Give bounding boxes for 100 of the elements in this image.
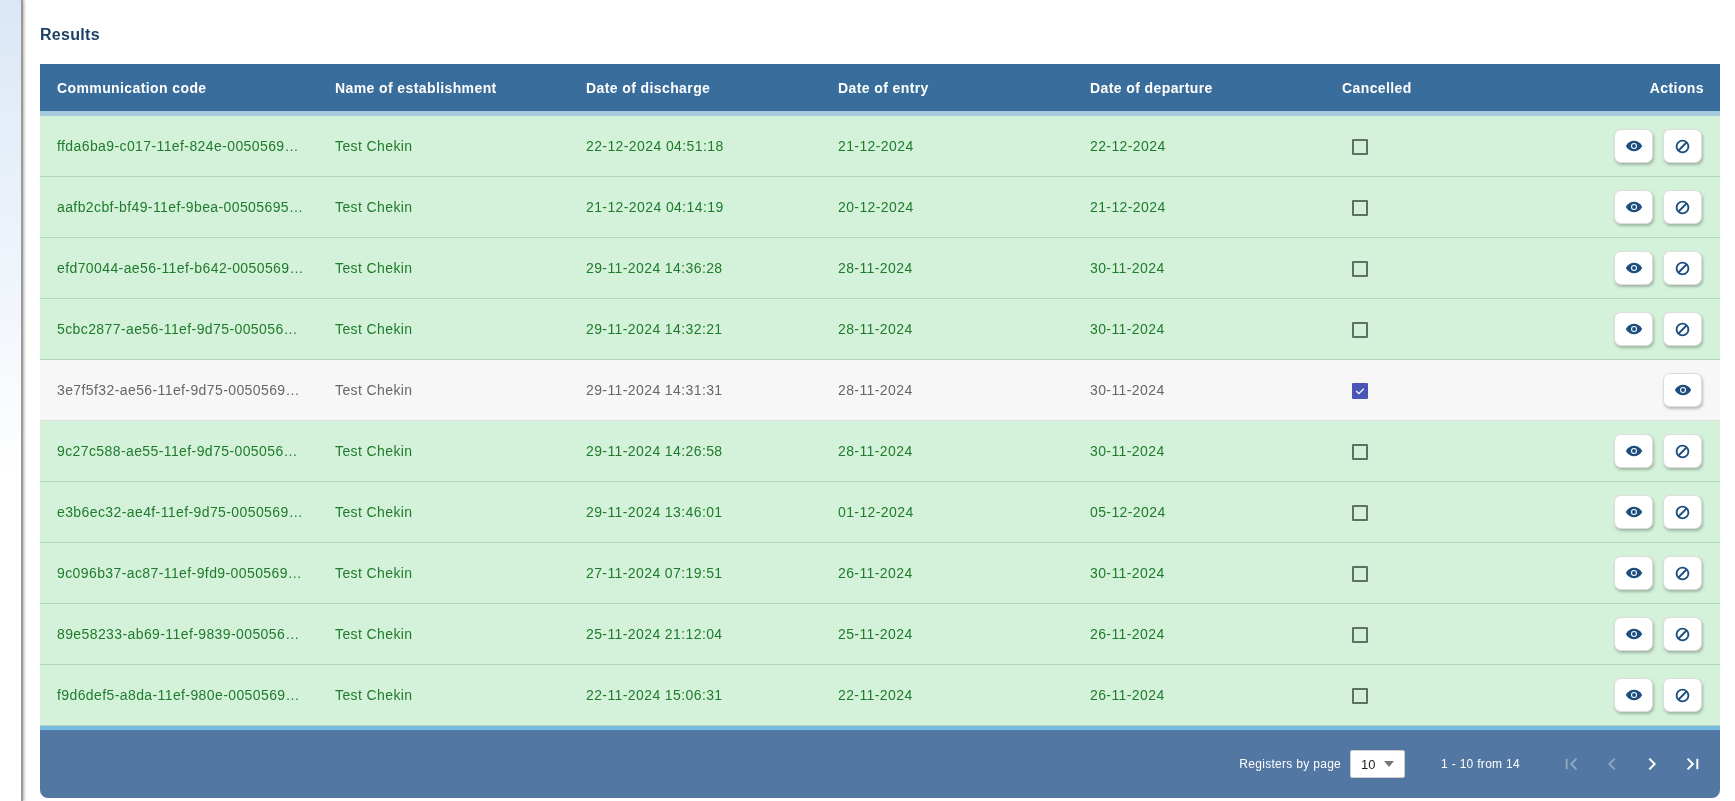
checkbox[interactable] bbox=[1352, 504, 1368, 521]
table-cell-text: 30-11-2024 bbox=[1089, 443, 1166, 459]
table-cell-text: 30-11-2024 bbox=[1089, 260, 1166, 276]
table-cell-text: Test Chekin bbox=[334, 138, 414, 154]
table-cell-text: aafb2cbf-bf49-11ef-9bea-00505695… bbox=[56, 199, 305, 215]
table-cell-text: 5cbc2877-ae56-11ef-9d75-005056… bbox=[56, 321, 299, 337]
column-header: Name of establishment bbox=[334, 79, 498, 96]
view-button[interactable] bbox=[1663, 373, 1702, 407]
checkbox[interactable] bbox=[1352, 443, 1368, 460]
table-cell-text: 29-11-2024 13:46:01 bbox=[585, 504, 724, 520]
checkbox[interactable] bbox=[1352, 565, 1368, 582]
table-cell-text: 22-11-2024 15:06:31 bbox=[585, 687, 724, 703]
view-button[interactable] bbox=[1614, 495, 1653, 529]
table-cell-text: 89e58233-ab69-11ef-9839-005056… bbox=[56, 626, 301, 642]
table-cell-text: Test Chekin bbox=[334, 382, 414, 398]
prohibited-icon bbox=[1675, 443, 1690, 459]
table-cell-text: Test Chekin bbox=[334, 199, 414, 215]
table-cell-text: Test Chekin bbox=[334, 626, 414, 642]
checkbox[interactable] bbox=[1352, 687, 1368, 704]
table-cell-text: Test Chekin bbox=[334, 565, 414, 581]
table-cell-text: 3e7f5f32-ae56-11ef-9d75-0050569… bbox=[56, 382, 301, 398]
table-cell-text: Test Chekin bbox=[334, 260, 414, 276]
column-header: Cancelled bbox=[1341, 79, 1413, 96]
table-cell-text: 22-12-2024 bbox=[1089, 138, 1167, 154]
table-cell-text: 29-11-2024 14:32:21 bbox=[585, 321, 724, 337]
table-cell-text: 25-11-2024 21:12:04 bbox=[585, 626, 724, 642]
caret-icon bbox=[1384, 761, 1395, 767]
checkbox[interactable] bbox=[1352, 626, 1368, 643]
prohibited-icon bbox=[1675, 260, 1690, 276]
cancel-button[interactable] bbox=[1663, 434, 1702, 468]
table-cell-text: 29-11-2024 14:36:28 bbox=[585, 260, 724, 276]
checkbox[interactable] bbox=[1352, 199, 1368, 216]
table-cell-text: 01-12-2024 bbox=[837, 504, 915, 520]
checkbox[interactable] bbox=[1352, 382, 1368, 399]
table-cell-text: 27-11-2024 07:19:51 bbox=[585, 565, 724, 581]
checkbox[interactable] bbox=[1352, 321, 1368, 338]
eye-icon bbox=[1624, 201, 1643, 213]
checkbox[interactable] bbox=[1352, 138, 1368, 155]
table-cell-text: 21-12-2024 04:14:19 bbox=[585, 199, 725, 215]
view-button[interactable] bbox=[1614, 129, 1653, 163]
table-cell-text: 30-11-2024 bbox=[1089, 321, 1166, 337]
checkbox[interactable] bbox=[1352, 260, 1368, 277]
cancel-button[interactable] bbox=[1663, 495, 1702, 529]
view-button[interactable] bbox=[1614, 190, 1653, 224]
table-cell-text: 26-11-2024 bbox=[1089, 626, 1166, 642]
table-cell-text: Test Chekin bbox=[334, 321, 414, 337]
cancel-button[interactable] bbox=[1663, 129, 1702, 163]
view-button[interactable] bbox=[1614, 251, 1653, 285]
cancel-button[interactable] bbox=[1663, 556, 1702, 590]
table-cell-text: Test Chekin bbox=[334, 687, 414, 703]
page-size-select[interactable]: 10 bbox=[1350, 750, 1406, 778]
table-cell-text: 30-11-2024 bbox=[1089, 382, 1166, 398]
table-cell-text: Test Chekin bbox=[334, 443, 414, 459]
eye-icon bbox=[1624, 140, 1643, 152]
table-cell-text: 28-11-2024 bbox=[837, 321, 914, 337]
cancel-button[interactable] bbox=[1663, 251, 1702, 285]
page-range: 1 - 10 from 14 bbox=[1441, 757, 1520, 771]
column-header: Date of discharge bbox=[585, 79, 712, 96]
table-cell-text: 05-12-2024 bbox=[1089, 504, 1167, 520]
prohibited-icon bbox=[1675, 199, 1690, 215]
view-button[interactable] bbox=[1614, 312, 1653, 346]
table-cell-text: 20-12-2024 bbox=[837, 199, 915, 215]
table-cell-text: 21-12-2024 bbox=[1089, 199, 1167, 215]
prohibited-icon bbox=[1675, 504, 1690, 520]
eye-icon bbox=[1624, 689, 1643, 701]
table-cell-text: 29-11-2024 14:31:31 bbox=[585, 382, 724, 398]
eye-icon bbox=[1624, 506, 1643, 518]
view-button[interactable] bbox=[1614, 617, 1653, 651]
cancel-button[interactable] bbox=[1663, 190, 1702, 224]
prohibited-icon bbox=[1675, 321, 1690, 337]
table-cell-text: ffda6ba9-c017-11ef-824e-0050569… bbox=[56, 138, 300, 154]
eye-icon bbox=[1673, 384, 1692, 396]
cancel-button[interactable] bbox=[1663, 312, 1702, 346]
column-header: Communication code bbox=[56, 79, 208, 96]
eye-icon bbox=[1624, 445, 1643, 457]
prohibited-icon bbox=[1675, 687, 1690, 703]
view-button[interactable] bbox=[1614, 678, 1653, 712]
chevron-bar-icon bbox=[1564, 756, 1580, 772]
eye-icon bbox=[1624, 323, 1643, 335]
table-cell-text: efd70044-ae56-11ef-b642-0050569… bbox=[56, 260, 305, 276]
table-cell-text: 30-11-2024 bbox=[1089, 565, 1166, 581]
table-cell-text: 22-12-2024 04:51:18 bbox=[585, 138, 725, 154]
view-button[interactable] bbox=[1614, 556, 1653, 590]
view-button[interactable] bbox=[1614, 434, 1653, 468]
table-cell-text: 21-12-2024 bbox=[837, 138, 915, 154]
table-cell-text: 22-11-2024 bbox=[837, 687, 914, 703]
prohibited-icon bbox=[1675, 138, 1690, 154]
table-cell-text: 25-11-2024 bbox=[837, 626, 914, 642]
column-header: Date of entry bbox=[837, 79, 930, 96]
cancel-button[interactable] bbox=[1663, 678, 1702, 712]
eye-icon bbox=[1624, 262, 1643, 274]
table-cell-text: 26-11-2024 bbox=[1089, 687, 1166, 703]
table-cell-text: f9d6def5-a8da-11ef-980e-0050569… bbox=[56, 687, 301, 703]
column-header: Actions bbox=[1648, 79, 1705, 96]
table-cell-text: 28-11-2024 bbox=[837, 260, 914, 276]
table-cell-text: 26-11-2024 bbox=[837, 565, 914, 581]
eye-icon bbox=[1624, 628, 1643, 640]
cancel-button[interactable] bbox=[1663, 617, 1702, 651]
section-title: Results bbox=[40, 26, 101, 44]
table-cell-text: 29-11-2024 14:26:58 bbox=[585, 443, 724, 459]
